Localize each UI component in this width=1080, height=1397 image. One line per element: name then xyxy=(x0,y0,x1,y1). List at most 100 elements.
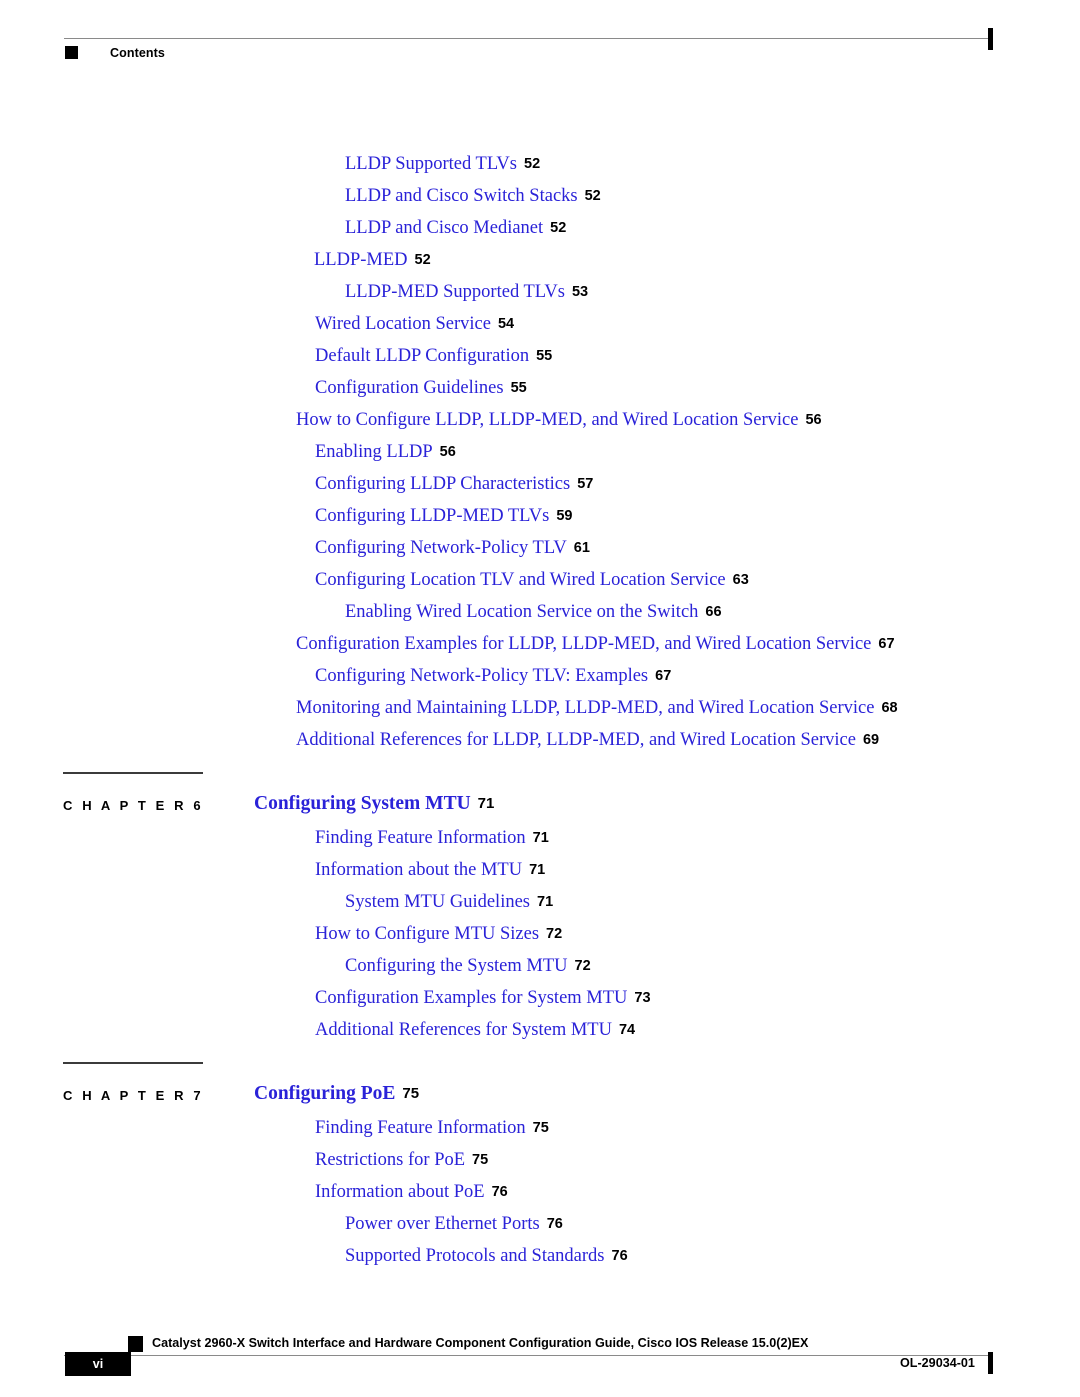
toc-ch6-entry[interactable]: Information about the MTU 71 xyxy=(0,854,1080,886)
toc-main-entry[interactable]: Wired Location Service 54 xyxy=(0,308,1080,340)
toc-main-entry[interactable]: Monitoring and Maintaining LLDP, LLDP-ME… xyxy=(0,692,1080,724)
toc-ch6-entry-page: 71 xyxy=(537,894,554,910)
chapter-label-7: C H A P T E R 7 xyxy=(63,1088,204,1103)
toc-main-entry-title: Configuration Guidelines xyxy=(315,378,504,398)
toc-main-entry[interactable]: Configuration Examples for LLDP, LLDP-ME… xyxy=(0,628,1080,660)
toc-ch7-entry-title: Power over Ethernet Ports xyxy=(345,1214,540,1234)
toc-main-entry[interactable]: LLDP-MED Supported TLVs 53 xyxy=(0,276,1080,308)
toc-main-entry-title: Configuring LLDP Characteristics xyxy=(315,474,571,494)
footer-edge-marker-bar xyxy=(988,1352,993,1374)
chapter-title-7-text: Configuring PoE xyxy=(254,1083,396,1104)
toc-main-entry-title: Configuring LLDP-MED TLVs xyxy=(315,506,550,526)
toc-main-entry[interactable]: Additional References for LLDP, LLDP-MED… xyxy=(0,724,1080,756)
toc-main-entry-page: 56 xyxy=(805,412,822,428)
toc-ch6-entry-title: Configuring the System MTU xyxy=(345,956,568,976)
chapter-title-6[interactable]: Configuring System MTU 71 xyxy=(254,793,494,815)
toc-ch6-entry[interactable]: System MTU Guidelines 71 xyxy=(0,886,1080,918)
toc-main-entry-title: Wired Location Service xyxy=(315,314,491,334)
toc-main-entry-title: Configuring Network-Policy TLV: Examples xyxy=(315,666,649,686)
toc-ch6-entry-page: 72 xyxy=(574,958,591,974)
toc-ch7-entry-title: Supported Protocols and Standards xyxy=(345,1246,605,1266)
toc-main-entry-title: Configuring Location TLV and Wired Locat… xyxy=(315,570,726,590)
toc-main-entry-title: LLDP-MED xyxy=(314,250,408,270)
toc-ch6-entry-page: 74 xyxy=(618,1022,636,1038)
toc-ch7-entry-page: 76 xyxy=(491,1184,508,1200)
header-bullet-square-icon xyxy=(65,46,78,59)
chapter-title-7[interactable]: Configuring PoE 75 xyxy=(254,1083,419,1105)
toc-main-entry-page: 54 xyxy=(497,316,515,332)
toc-ch6-entry-title: Configuration Examples for System MTU xyxy=(315,988,628,1008)
toc-ch7-entry[interactable]: Restrictions for PoE 75 xyxy=(0,1144,1080,1176)
toc-ch6-entry-title: How to Configure MTU Sizes xyxy=(315,924,540,944)
header-edge-marker-bar xyxy=(988,28,993,50)
toc-main-entry-page: 66 xyxy=(705,604,722,620)
footer-guide-title: Catalyst 2960-X Switch Interface and Har… xyxy=(152,1336,809,1350)
toc-ch6-entry[interactable]: Additional References for System MTU 74 xyxy=(0,1014,1080,1046)
footer-page-number: vi xyxy=(92,1357,104,1371)
toc-ch7-entry-page: 76 xyxy=(611,1248,628,1264)
toc-main-entry-page: 61 xyxy=(573,540,590,556)
toc-ch7-entry[interactable]: Finding Feature Information 75 xyxy=(0,1112,1080,1144)
toc-ch6-entry-page: 73 xyxy=(634,990,651,1006)
toc-ch7-entry-title: Information about PoE xyxy=(315,1182,485,1202)
toc-main-entry-page: 52 xyxy=(414,252,431,268)
toc-main-entry-title: Configuration Examples for LLDP, LLDP-ME… xyxy=(296,634,872,654)
toc-ch6-entry-title: Information about the MTU xyxy=(315,860,523,880)
toc-ch6-entry-title: Finding Feature Information xyxy=(315,828,526,848)
toc-ch7-entry[interactable]: Power over Ethernet Ports 76 xyxy=(0,1208,1080,1240)
header-section-label: Contents xyxy=(110,46,165,60)
header-divider-rule xyxy=(64,38,990,39)
toc-ch6-entry[interactable]: Finding Feature Information 71 xyxy=(0,822,1080,854)
toc-main-entry-title: Monitoring and Maintaining LLDP, LLDP-ME… xyxy=(296,698,875,718)
toc-ch6-entry-title: System MTU Guidelines xyxy=(345,892,530,912)
toc-main-entry-page: 69 xyxy=(862,732,880,748)
toc-main-entry-title: LLDP Supported TLVs xyxy=(345,154,517,174)
chapter-title-6-text: Configuring System MTU xyxy=(254,793,471,814)
toc-main-entry[interactable]: Configuring Network-Policy TLV: Examples… xyxy=(0,660,1080,692)
toc-main-entry[interactable]: Default LLDP Configuration 55 xyxy=(0,340,1080,372)
toc-ch6-entry-title: Additional References for System MTU xyxy=(315,1020,612,1040)
toc-main-entry-page: 57 xyxy=(577,476,594,492)
toc-list-main: LLDP Supported TLVs 52 LLDP and Cisco Swit… xyxy=(0,148,1080,756)
toc-ch7-entry-page: 75 xyxy=(472,1152,489,1168)
toc-ch7-entry-page: 75 xyxy=(532,1120,549,1136)
toc-main-entry[interactable]: Configuring Location TLV and Wired Locat… xyxy=(0,564,1080,596)
toc-main-entry[interactable]: LLDP and Cisco Switch Stacks 52 xyxy=(0,180,1080,212)
toc-ch6-entry[interactable]: How to Configure MTU Sizes 72 xyxy=(0,918,1080,950)
toc-main-entry-title: Additional References for LLDP, LLDP-MED… xyxy=(296,730,856,750)
toc-main-entry-page: 59 xyxy=(556,508,573,524)
toc-main-entry-page: 52 xyxy=(550,220,567,236)
toc-main-entry[interactable]: Enabling LLDP 56 xyxy=(0,436,1080,468)
toc-main-entry-page: 67 xyxy=(655,668,672,684)
toc-ch6-entry[interactable]: Configuring the System MTU 72 xyxy=(0,950,1080,982)
footer-divider-rule xyxy=(64,1355,990,1356)
toc-main-entry[interactable]: Configuration Guidelines 55 xyxy=(0,372,1080,404)
toc-main-entry-title: How to Configure LLDP, LLDP-MED, and Wir… xyxy=(296,410,799,430)
toc-main-entry-page: 56 xyxy=(439,444,456,460)
toc-main-entry-page: 53 xyxy=(571,284,589,300)
toc-ch6-entry-page: 71 xyxy=(529,862,546,878)
toc-ch7-entry-title: Finding Feature Information xyxy=(315,1118,526,1138)
toc-main-entry[interactable]: Enabling Wired Location Service on the S… xyxy=(0,596,1080,628)
chapter-rule-6 xyxy=(63,772,203,774)
toc-main-entry[interactable]: LLDP Supported TLVs 52 xyxy=(0,148,1080,180)
toc-main-entry[interactable]: LLDP and Cisco Medianet 52 xyxy=(0,212,1080,244)
toc-main-entry[interactable]: Configuring LLDP-MED TLVs 59 xyxy=(0,500,1080,532)
toc-main-entry-page: 52 xyxy=(524,156,541,172)
toc-ch7-entry[interactable]: Information about PoE 76 xyxy=(0,1176,1080,1208)
toc-main-entry[interactable]: Configuring LLDP Characteristics 57 xyxy=(0,468,1080,500)
toc-ch6-entry[interactable]: Configuration Examples for System MTU 73 xyxy=(0,982,1080,1014)
toc-main-entry[interactable]: Configuring Network-Policy TLV 61 xyxy=(0,532,1080,564)
toc-main-entry[interactable]: How to Configure LLDP, LLDP-MED, and Wir… xyxy=(0,404,1080,436)
toc-main-entry-page: 68 xyxy=(881,700,898,716)
toc-main-entry-title: LLDP and Cisco Medianet xyxy=(345,218,544,238)
toc-ch7-entry[interactable]: Supported Protocols and Standards 76 xyxy=(0,1240,1080,1272)
toc-main-entry-title: LLDP and Cisco Switch Stacks xyxy=(345,186,578,206)
footer-document-id: OL-29034-01 xyxy=(900,1356,975,1370)
toc-main-entry-page: 55 xyxy=(536,348,553,364)
toc-main-entry-page: 55 xyxy=(510,380,527,396)
toc-main-entry-title: LLDP-MED Supported TLVs xyxy=(345,282,565,302)
toc-ch7-entry-title: Restrictions for PoE xyxy=(315,1150,466,1170)
toc-main-entry[interactable]: LLDP-MED 52 xyxy=(0,244,1080,276)
chapter-label-6: C H A P T E R 6 xyxy=(63,798,204,813)
